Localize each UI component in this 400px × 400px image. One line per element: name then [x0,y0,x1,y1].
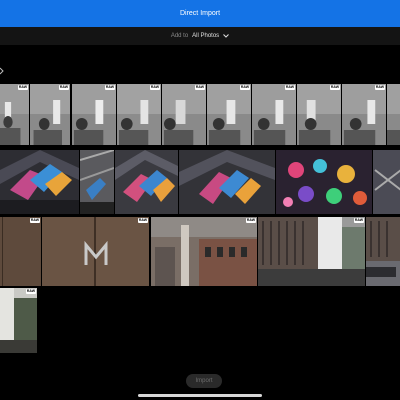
photo-thumbnail[interactable]: RAW [252,84,296,145]
import-button[interactable]: Import [186,374,222,388]
photo-image [258,217,365,286]
title-bar: Direct Import [0,0,400,27]
photo-thumbnail[interactable]: RAW [117,84,161,145]
photo-image [179,150,275,214]
photo-thumbnail[interactable] [115,150,178,214]
photo-image [366,217,400,286]
photo-image [342,84,386,145]
photo-image [207,84,251,145]
photo-thumbnail[interactable] [387,84,400,145]
photo-image [0,84,29,145]
chevron-down-icon [223,34,230,38]
photo-image [297,84,341,145]
raw-badge: RAW [329,85,340,90]
photo-thumbnail[interactable]: RAW [151,217,257,286]
raw-badge: RAW [137,218,148,223]
photo-thumbnail[interactable] [80,150,114,214]
photo-thumbnail[interactable]: RAW [0,217,41,286]
raw-badge: RAW [284,85,295,90]
photo-thumbnail[interactable]: RAW [207,84,251,145]
photo-thumbnail[interactable]: RAW [258,217,365,286]
photo-thumbnail[interactable] [0,150,79,214]
add-to-label: Add to [170,33,189,39]
home-indicator [138,394,262,397]
raw-badge: RAW [149,85,160,90]
photo-thumbnail[interactable]: RAW [0,288,37,353]
chevron-right-icon[interactable] [0,66,4,76]
photo-thumbnail[interactable]: RAW [72,84,116,145]
raw-badge: RAW [245,218,256,223]
photo-image [80,150,114,214]
photo-image [72,84,116,145]
photo-thumbnail[interactable]: RAW [297,84,341,145]
album-selector[interactable]: All Photos [192,33,230,39]
raw-badge: RAW [104,85,115,90]
photo-image [0,288,37,353]
photo-image [0,150,79,214]
photo-image [42,217,149,286]
photo-thumbnail[interactable]: RAW [42,217,149,286]
photo-image [373,150,400,214]
add-to-bar: Add to All Photos [0,27,400,45]
photo-image [252,84,296,145]
raw-badge: RAW [353,218,364,223]
raw-badge: RAW [29,218,40,223]
photo-image [115,150,178,214]
raw-badge: RAW [17,85,28,90]
photo-thumbnail[interactable]: RAW [0,84,29,145]
photo-image [162,84,206,145]
raw-badge: RAW [194,85,205,90]
photo-thumbnail[interactable] [366,217,400,286]
photo-thumbnail[interactable]: RAW [162,84,206,145]
photo-image [387,84,400,145]
photo-thumbnail[interactable]: RAW [342,84,386,145]
photo-image [0,217,41,286]
photo-thumbnail[interactable] [373,150,400,214]
photo-image [117,84,161,145]
raw-badge: RAW [374,85,385,90]
raw-badge: RAW [25,289,36,294]
raw-badge: RAW [239,85,250,90]
raw-badge: RAW [58,85,69,90]
photo-image [151,217,257,286]
photo-image [276,150,372,214]
photo-thumbnail[interactable] [179,150,275,214]
photo-thumbnail[interactable]: RAW [30,84,70,145]
photo-thumbnail[interactable] [276,150,372,214]
photo-image [30,84,70,145]
album-selector-value: All Photos [192,33,220,39]
page-title: Direct Import [179,10,221,17]
